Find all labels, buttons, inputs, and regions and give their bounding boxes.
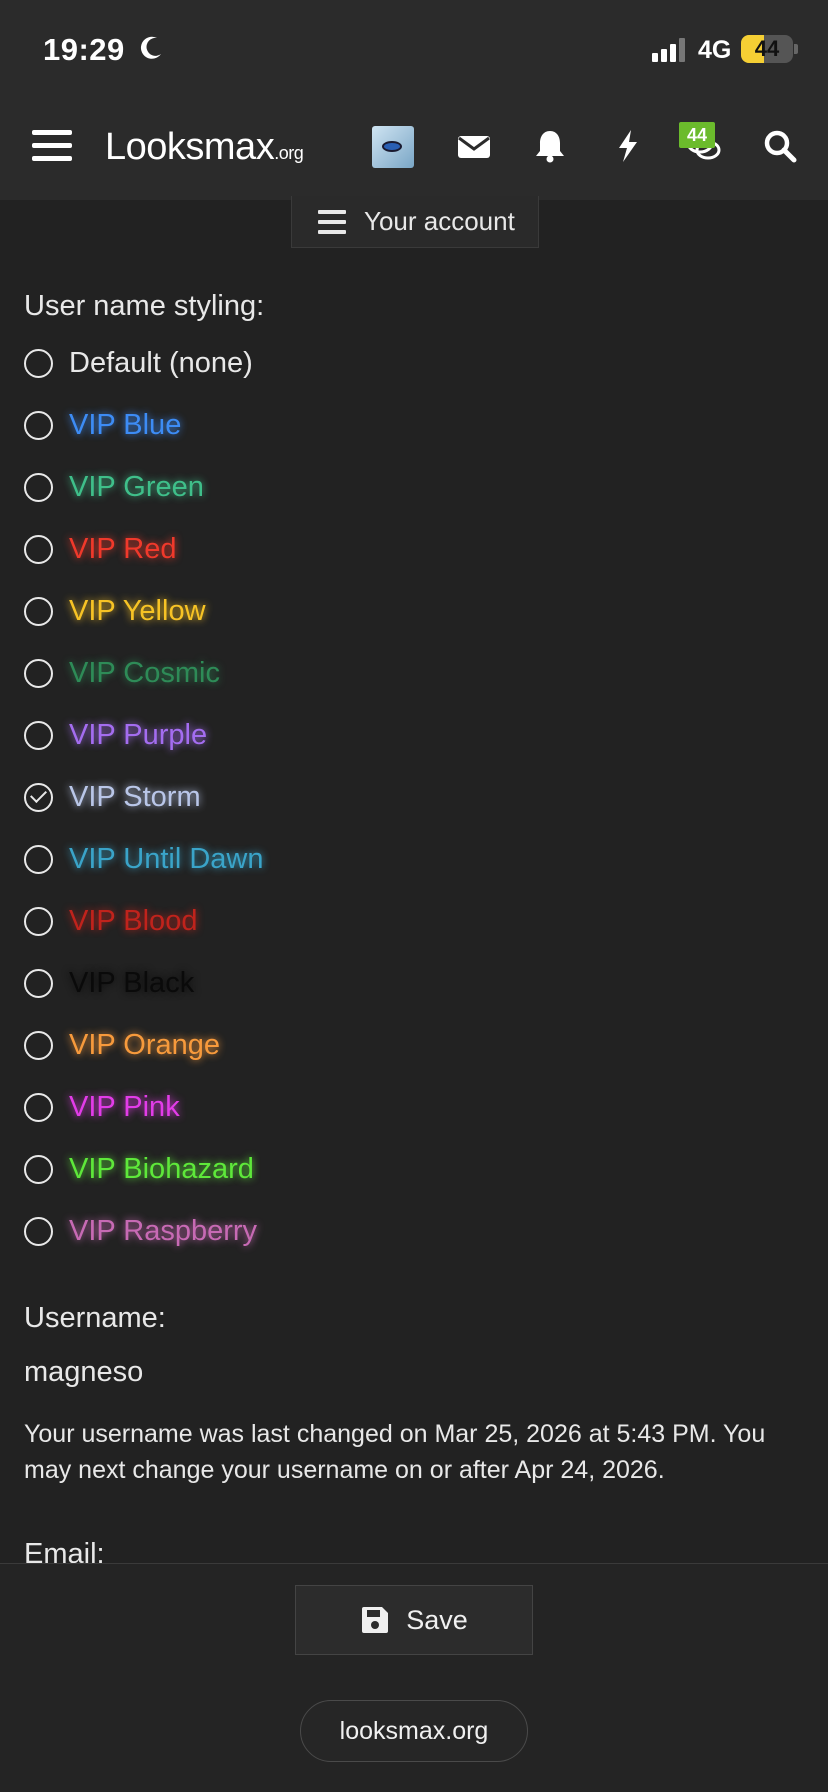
your-account-tab[interactable]: Your account <box>291 196 539 248</box>
status-bar: 19:29 4G 44 <box>0 0 828 100</box>
radio-button[interactable] <box>24 1092 53 1122</box>
styling-option[interactable]: VIP Until Dawn <box>24 835 264 883</box>
mail-icon[interactable] <box>456 128 492 164</box>
styling-option[interactable]: VIP Blood <box>24 897 197 945</box>
styling-option-label: VIP Storm <box>69 780 201 813</box>
radio-button[interactable] <box>24 968 53 998</box>
styling-option[interactable]: VIP Cosmic <box>24 649 220 697</box>
radio-button[interactable] <box>24 348 53 378</box>
menu-icon[interactable] <box>32 128 72 164</box>
search-icon[interactable] <box>762 128 798 164</box>
save-button[interactable]: Save <box>295 1585 533 1655</box>
styling-option[interactable]: VIP Purple <box>24 711 207 759</box>
styling-option[interactable]: VIP Blue <box>24 401 181 449</box>
radio-button[interactable] <box>24 1216 53 1246</box>
styling-option-label: VIP Blue <box>69 408 182 441</box>
styling-option-label: VIP Red <box>69 532 177 565</box>
radio-button[interactable] <box>24 472 53 502</box>
radio-button[interactable] <box>24 1030 53 1060</box>
styling-option-label: VIP Black <box>69 966 195 999</box>
username-value: magneso <box>24 1356 144 1388</box>
site-header: Looksmax.org 44 <box>0 100 828 200</box>
avatar[interactable] <box>372 126 414 168</box>
styling-option-label: VIP Yellow <box>69 594 206 627</box>
radio-button[interactable] <box>24 596 53 626</box>
styling-option[interactable]: VIP Green <box>24 463 204 511</box>
radio-button[interactable] <box>24 720 53 750</box>
radio-button[interactable] <box>24 410 53 440</box>
styling-option-label: VIP Pink <box>69 1090 180 1123</box>
logo-suffix: .org <box>274 143 304 163</box>
styling-option-label: VIP Green <box>69 470 204 503</box>
battery-tip <box>794 44 798 54</box>
top-bar: 19:29 4G 44 Looksmax.org 44 <box>0 0 828 200</box>
styling-option[interactable]: VIP Pink <box>24 1083 180 1131</box>
radio-button[interactable] <box>24 906 53 936</box>
radio-button[interactable] <box>24 1154 53 1184</box>
styling-option[interactable]: VIP Yellow <box>24 587 206 635</box>
bolt-icon[interactable] <box>610 128 646 164</box>
styling-option[interactable]: VIP Biohazard <box>24 1145 254 1193</box>
save-icon <box>362 1607 389 1633</box>
battery-level: 44 <box>754 36 780 61</box>
styling-option-label: VIP Raspberry <box>69 1214 258 1247</box>
radio-button[interactable] <box>24 658 53 688</box>
menu-icon <box>318 209 346 234</box>
styling-option[interactable]: VIP Red <box>24 525 176 573</box>
bell-icon[interactable] <box>532 128 568 164</box>
site-link[interactable]: looksmax.org <box>300 1700 528 1762</box>
site-logo[interactable]: Looksmax.org <box>105 126 304 169</box>
styling-option[interactable]: VIP Black <box>24 959 194 1007</box>
styling-option-label: Default (none) <box>69 346 253 379</box>
username-label: Username: <box>24 1302 166 1334</box>
styling-option[interactable]: VIP Storm <box>24 773 201 821</box>
styling-heading: User name styling: <box>24 290 265 322</box>
chat-badge: 44 <box>679 122 715 148</box>
styling-option[interactable]: VIP Raspberry <box>24 1207 257 1255</box>
network-type: 4G <box>698 36 732 64</box>
styling-option[interactable]: Default (none) <box>24 339 253 387</box>
status-time: 19:29 <box>43 32 125 67</box>
signal-icon <box>652 38 685 62</box>
styling-option-label: VIP Orange <box>69 1028 221 1061</box>
styling-option-label: VIP Cosmic <box>69 656 220 689</box>
radio-button[interactable] <box>24 782 53 812</box>
radio-button[interactable] <box>24 844 53 874</box>
styling-option-label: VIP Blood <box>69 904 198 937</box>
username-change-note: Your username was last changed on Mar 25… <box>24 1420 766 1484</box>
logo-main: Looksmax <box>105 126 275 168</box>
styling-option-label: VIP Until Dawn <box>69 842 264 875</box>
styling-option[interactable]: VIP Orange <box>24 1021 220 1069</box>
styling-option-label: VIP Biohazard <box>69 1152 254 1185</box>
styling-option-label: VIP Purple <box>69 718 208 751</box>
battery-icon: 44 <box>741 35 793 63</box>
moon-icon <box>140 36 161 59</box>
radio-button[interactable] <box>24 534 53 564</box>
avatar-eye <box>382 141 402 152</box>
your-account-label: Your account <box>364 206 515 236</box>
save-label: Save <box>406 1604 468 1635</box>
